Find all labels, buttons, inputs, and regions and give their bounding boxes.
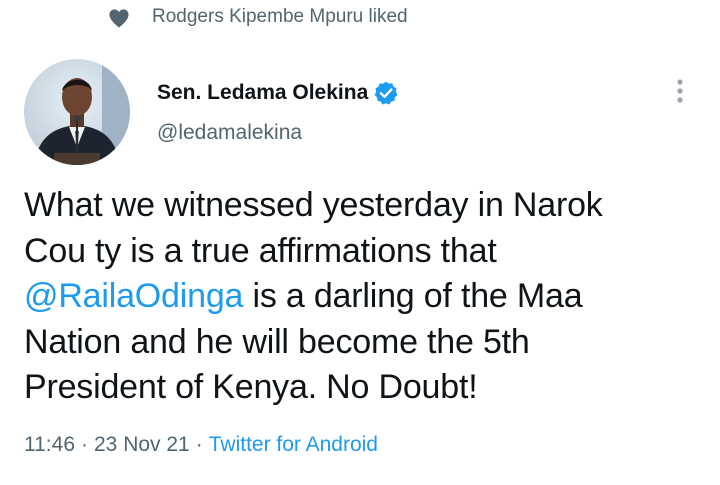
- more-options-icon[interactable]: [668, 76, 692, 106]
- author-name-link[interactable]: Sen. Ledama Olekina: [157, 78, 399, 108]
- tweet-text-line: @RailaOdinga is a darling of the Maa: [24, 274, 704, 320]
- social-context-text[interactable]: Rodgers Kipembe Mpuru liked: [152, 4, 408, 30]
- avatar-photo: [24, 59, 130, 165]
- tweet-date[interactable]: 23 Nov 21: [94, 433, 190, 456]
- tweet-time[interactable]: 11:46: [24, 433, 75, 456]
- meta-separator: ·: [195, 433, 203, 456]
- tweet-text-line: Nation and he will become the 5th: [24, 322, 530, 361]
- tweet-meta: 11:46 · 23 Nov 21 · Twitter for Android: [24, 430, 378, 460]
- mention-link[interactable]: @RailaOdinga: [24, 277, 243, 315]
- tweet-text-line: What we witnessed yesterday in Narok: [24, 186, 603, 224]
- verified-badge-icon: [374, 81, 398, 105]
- tweet-text-line: Cou ty is a true affirmations that: [24, 231, 497, 270]
- tweet-text-fragment: is a darling of the Maa: [243, 277, 583, 315]
- heart-icon: [109, 9, 129, 28]
- tweet-text: What we witnessed yesterday in Narok Cou…: [24, 183, 704, 411]
- tweet-text-line: President of Kenya. No Doubt!: [24, 368, 478, 406]
- author-name: Sen. Ledama Olekina: [157, 81, 369, 104]
- meta-separator: ·: [81, 433, 88, 456]
- tweet-source-link[interactable]: Twitter for Android: [209, 433, 378, 456]
- avatar[interactable]: [24, 59, 130, 165]
- author-handle[interactable]: @ledamalekina: [157, 118, 302, 148]
